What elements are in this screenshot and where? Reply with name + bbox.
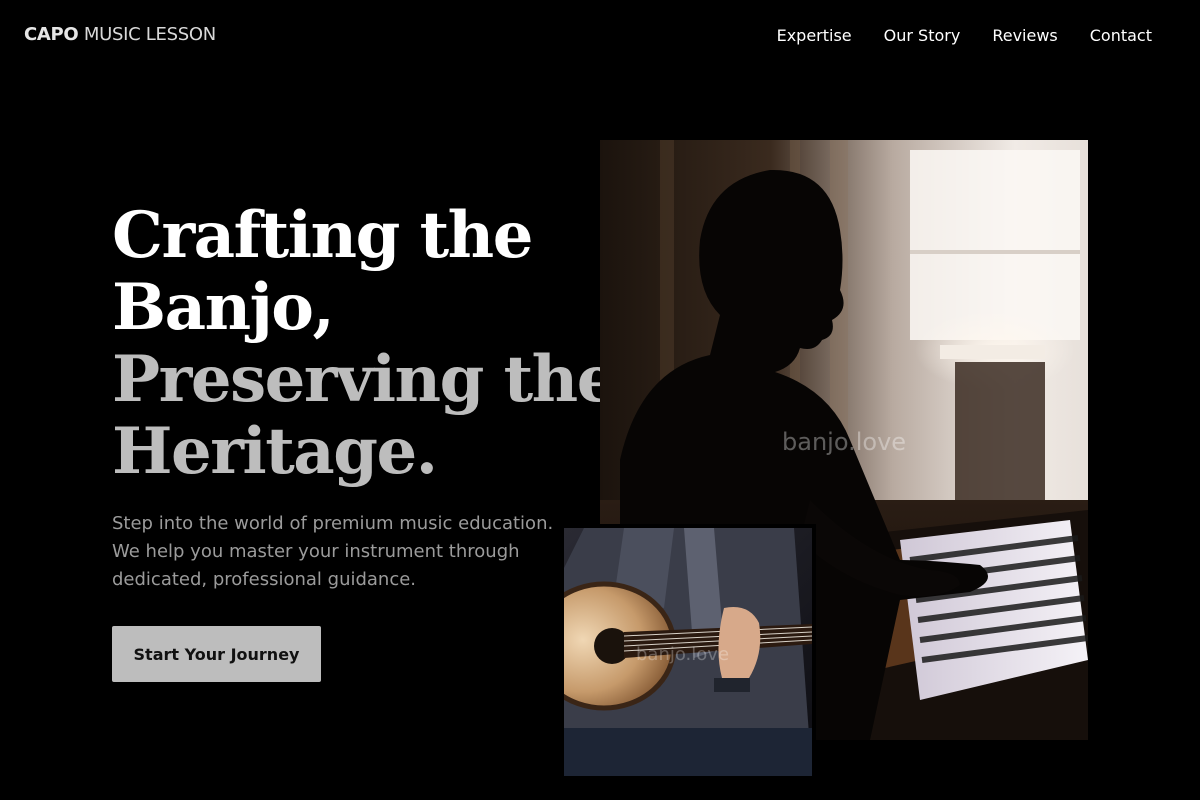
- hero-subtitle: Step into the world of premium music edu…: [112, 513, 554, 590]
- hero-title-line: Heritage.: [112, 414, 438, 489]
- nav-link-our-story[interactable]: Our Story: [884, 26, 961, 45]
- hero-title-line: Banjo,: [112, 270, 335, 345]
- brand-logo[interactable]: CAPO MUSIC LESSON: [24, 24, 216, 45]
- hero-photo-guitar: banjo.love: [560, 524, 816, 780]
- nav-link-contact[interactable]: Contact: [1090, 26, 1152, 45]
- site-header: CAPO MUSIC LESSON Expertise Our Story Re…: [0, 0, 1200, 72]
- brand-name-strong: CAPO: [24, 24, 79, 45]
- hero-title-line: Crafting the: [112, 198, 533, 273]
- photo-watermark: banjo.love: [782, 428, 907, 456]
- start-journey-button[interactable]: Start Your Journey: [112, 626, 321, 682]
- brand-name-rest: MUSIC LESSON: [83, 24, 216, 45]
- hero-title-line: Preserving the: [112, 342, 617, 417]
- photo-watermark: banjo.love: [636, 644, 730, 665]
- hero-title: Crafting the Banjo, Preserving the Herit…: [112, 198, 617, 489]
- main-nav: Expertise Our Story Reviews Contact: [777, 26, 1152, 45]
- nav-link-reviews[interactable]: Reviews: [992, 26, 1057, 45]
- nav-link-expertise[interactable]: Expertise: [777, 26, 852, 45]
